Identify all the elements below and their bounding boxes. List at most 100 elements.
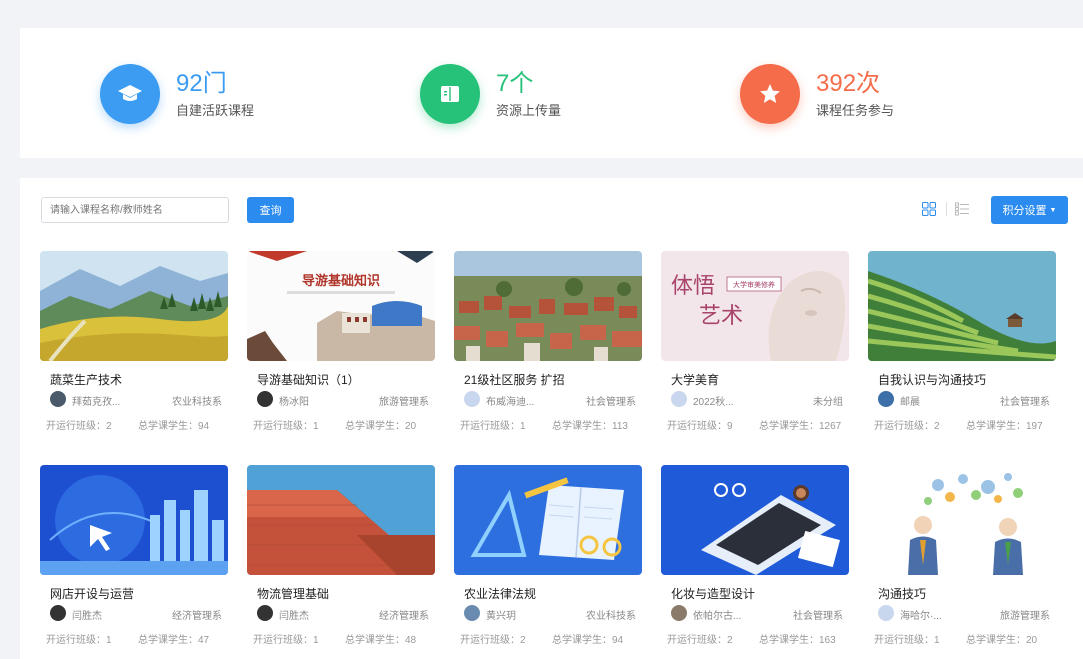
teacher-name: 布威海迪... <box>486 397 535 408</box>
class-count: 开运行班级：2 <box>460 635 526 646</box>
course-thumbnail-green-terraces <box>868 251 1056 361</box>
teacher-name: 2022秋... <box>693 397 734 408</box>
course-card[interactable]: 体悟 艺术 大学审美修养 大学美育 2022秋... 未分组 开运行班级：9 总学… <box>661 251 849 436</box>
course-title: 沟通技巧 <box>878 587 927 601</box>
search-button[interactable]: 查询 <box>247 197 294 223</box>
class-count: 开运行班级：1 <box>253 635 319 646</box>
stat-value: 392次 <box>816 69 881 97</box>
class-count: 开运行班级：2 <box>667 635 733 646</box>
course-title: 农业法律法规 <box>464 587 537 601</box>
course-thumbnail-study-desk <box>454 465 642 575</box>
student-count: 总学课学生：20 <box>345 421 417 432</box>
course-thumbnail-art-sculpture: 体悟 艺术 大学审美修养 <box>661 251 849 361</box>
avatar <box>257 391 273 407</box>
student-count: 总学课学生：197 <box>966 421 1043 432</box>
thumb-art-sub: 大学审美修养 <box>733 280 775 289</box>
thumb-guide-heading: 导游基础知识 <box>302 273 380 288</box>
stats-panel: 92门 自建活跃课程 7个 资源上传量 392次 课程任务参与 <box>20 28 1083 158</box>
teacher-name: 海哈尔·... <box>900 611 942 622</box>
caret-down-icon: ▼ <box>1049 206 1057 214</box>
points-settings-button[interactable]: 积分设置 ▼ <box>991 196 1068 224</box>
class-count: 开运行班级：1 <box>46 635 112 646</box>
student-count: 总学课学生：94 <box>552 635 624 646</box>
department: 旅游管理系 <box>379 397 429 408</box>
stat-label: 课程任务参与 <box>816 102 895 118</box>
class-count: 开运行班级：1 <box>460 421 526 432</box>
avatar <box>878 391 894 407</box>
course-card[interactable]: 农业法律法规 黄兴玥 农业科技系 开运行班级：2 总学课学生：94 <box>454 465 642 650</box>
star-icon <box>740 64 800 124</box>
course-thumbnail-mountain-terraces <box>40 251 228 361</box>
department: 农业科技系 <box>586 611 636 622</box>
course-panel: 查询 积分设置▼ 蔬菜生产技术 拜茹克孜... 农业科技系 开运行班级：2 总学课… <box>20 178 1083 659</box>
department: 未分组 <box>813 397 843 408</box>
department: 经济管理系 <box>379 611 429 622</box>
graduation-cap-icon <box>100 64 160 124</box>
teacher-name: 拜茹克孜... <box>72 397 121 408</box>
stat-label: 资源上传量 <box>496 102 562 118</box>
course-thumbnail-town-rooftops <box>454 251 642 361</box>
avatar <box>464 391 480 407</box>
department: 旅游管理系 <box>1000 611 1050 622</box>
course-card[interactable]: 物流管理基础 闫胜杰 经济管理系 开运行班级：1 总学课学生：48 <box>247 465 435 650</box>
student-count: 总学课学生：163 <box>759 635 836 646</box>
course-title: 网店开设与运营 <box>50 587 135 601</box>
class-count: 开运行班级：9 <box>667 421 733 432</box>
student-count: 总学课学生：94 <box>138 421 210 432</box>
student-count: 总学课学生：113 <box>552 421 628 432</box>
teacher-name: 邮晨 <box>900 397 920 408</box>
teacher-name: 依帕尔古... <box>693 611 742 622</box>
student-count: 总学课学生：47 <box>138 635 210 646</box>
course-thumbnail-brick-building <box>247 465 435 575</box>
course-title: 大学美育 <box>671 373 720 387</box>
search-input[interactable] <box>41 197 229 223</box>
course-card[interactable]: 导游基础知识 导游基础知识（1） 杨冰阳 旅游管理系 开运行班级：1 总学课学生：… <box>247 251 435 436</box>
course-card[interactable]: 沟通技巧 海哈尔·... 旅游管理系 开运行班级：1 总学课学生：20 <box>868 465 1056 650</box>
grid-view-icon[interactable] <box>922 202 936 221</box>
course-card[interactable]: 化妆与造型设计 依帕尔古... 社会管理系 开运行班级：2 总学课学生：163 <box>661 465 849 650</box>
teacher-name: 黄兴玥 <box>486 611 516 622</box>
view-divider <box>946 202 947 216</box>
department: 农业科技系 <box>172 397 222 408</box>
course-card[interactable]: 网店开设与运营 闫胜杰 经济管理系 开运行班级：1 总学课学生：47 <box>40 465 228 650</box>
avatar <box>257 605 273 621</box>
book-icon <box>420 64 480 124</box>
course-card[interactable]: 自我认识与沟通技巧 邮晨 社会管理系 开运行班级：2 总学课学生：197 <box>868 251 1056 436</box>
course-thumbnail-laptop-desk <box>661 465 849 575</box>
course-thumbnail-ecommerce-city <box>40 465 228 575</box>
stat-active-courses: 92门 自建活跃课程 <box>100 64 254 124</box>
stat-value: 92门 <box>176 69 227 97</box>
avatar <box>50 391 66 407</box>
course-title: 蔬菜生产技术 <box>50 373 123 387</box>
class-count: 开运行班级：2 <box>46 421 112 432</box>
course-thumbnail-communication <box>868 465 1056 575</box>
stat-value: 7个 <box>496 69 534 97</box>
department: 社会管理系 <box>586 397 636 408</box>
student-count: 总学课学生：1267 <box>759 421 842 432</box>
thumb-art-big1: 体悟 <box>671 274 715 299</box>
class-count: 开运行班级：1 <box>874 635 940 646</box>
department: 社会管理系 <box>1000 397 1050 408</box>
student-count: 总学课学生：48 <box>345 635 417 646</box>
avatar <box>464 605 480 621</box>
avatar <box>50 605 66 621</box>
department: 社会管理系 <box>793 611 843 622</box>
course-title: 自我认识与沟通技巧 <box>878 373 987 387</box>
thumb-art-big2: 艺术 <box>699 304 743 329</box>
class-count: 开运行班级：2 <box>874 421 940 432</box>
avatar <box>671 605 687 621</box>
teacher-name: 闫胜杰 <box>72 611 102 622</box>
teacher-name: 杨冰阳 <box>279 397 309 408</box>
course-card[interactable]: 21级社区服务 扩招 布威海迪... 社会管理系 开运行班级：1 总学课学生：11… <box>454 251 642 436</box>
stat-resources: 7个 资源上传量 <box>420 64 561 124</box>
course-card[interactable]: 蔬菜生产技术 拜茹克孜... 农业科技系 开运行班级：2 总学课学生：94 <box>40 251 228 436</box>
avatar <box>671 391 687 407</box>
course-title: 21级社区服务 扩招 <box>464 373 565 387</box>
points-settings-label: 积分设置 <box>1002 205 1047 217</box>
course-thumbnail-tour-guide: 导游基础知识 <box>247 251 435 361</box>
course-title: 化妆与造型设计 <box>671 587 756 601</box>
course-title: 导游基础知识（1） <box>257 373 360 387</box>
course-title: 物流管理基础 <box>257 587 330 601</box>
class-count: 开运行班级：1 <box>253 421 319 432</box>
list-view-icon[interactable] <box>955 202 969 221</box>
